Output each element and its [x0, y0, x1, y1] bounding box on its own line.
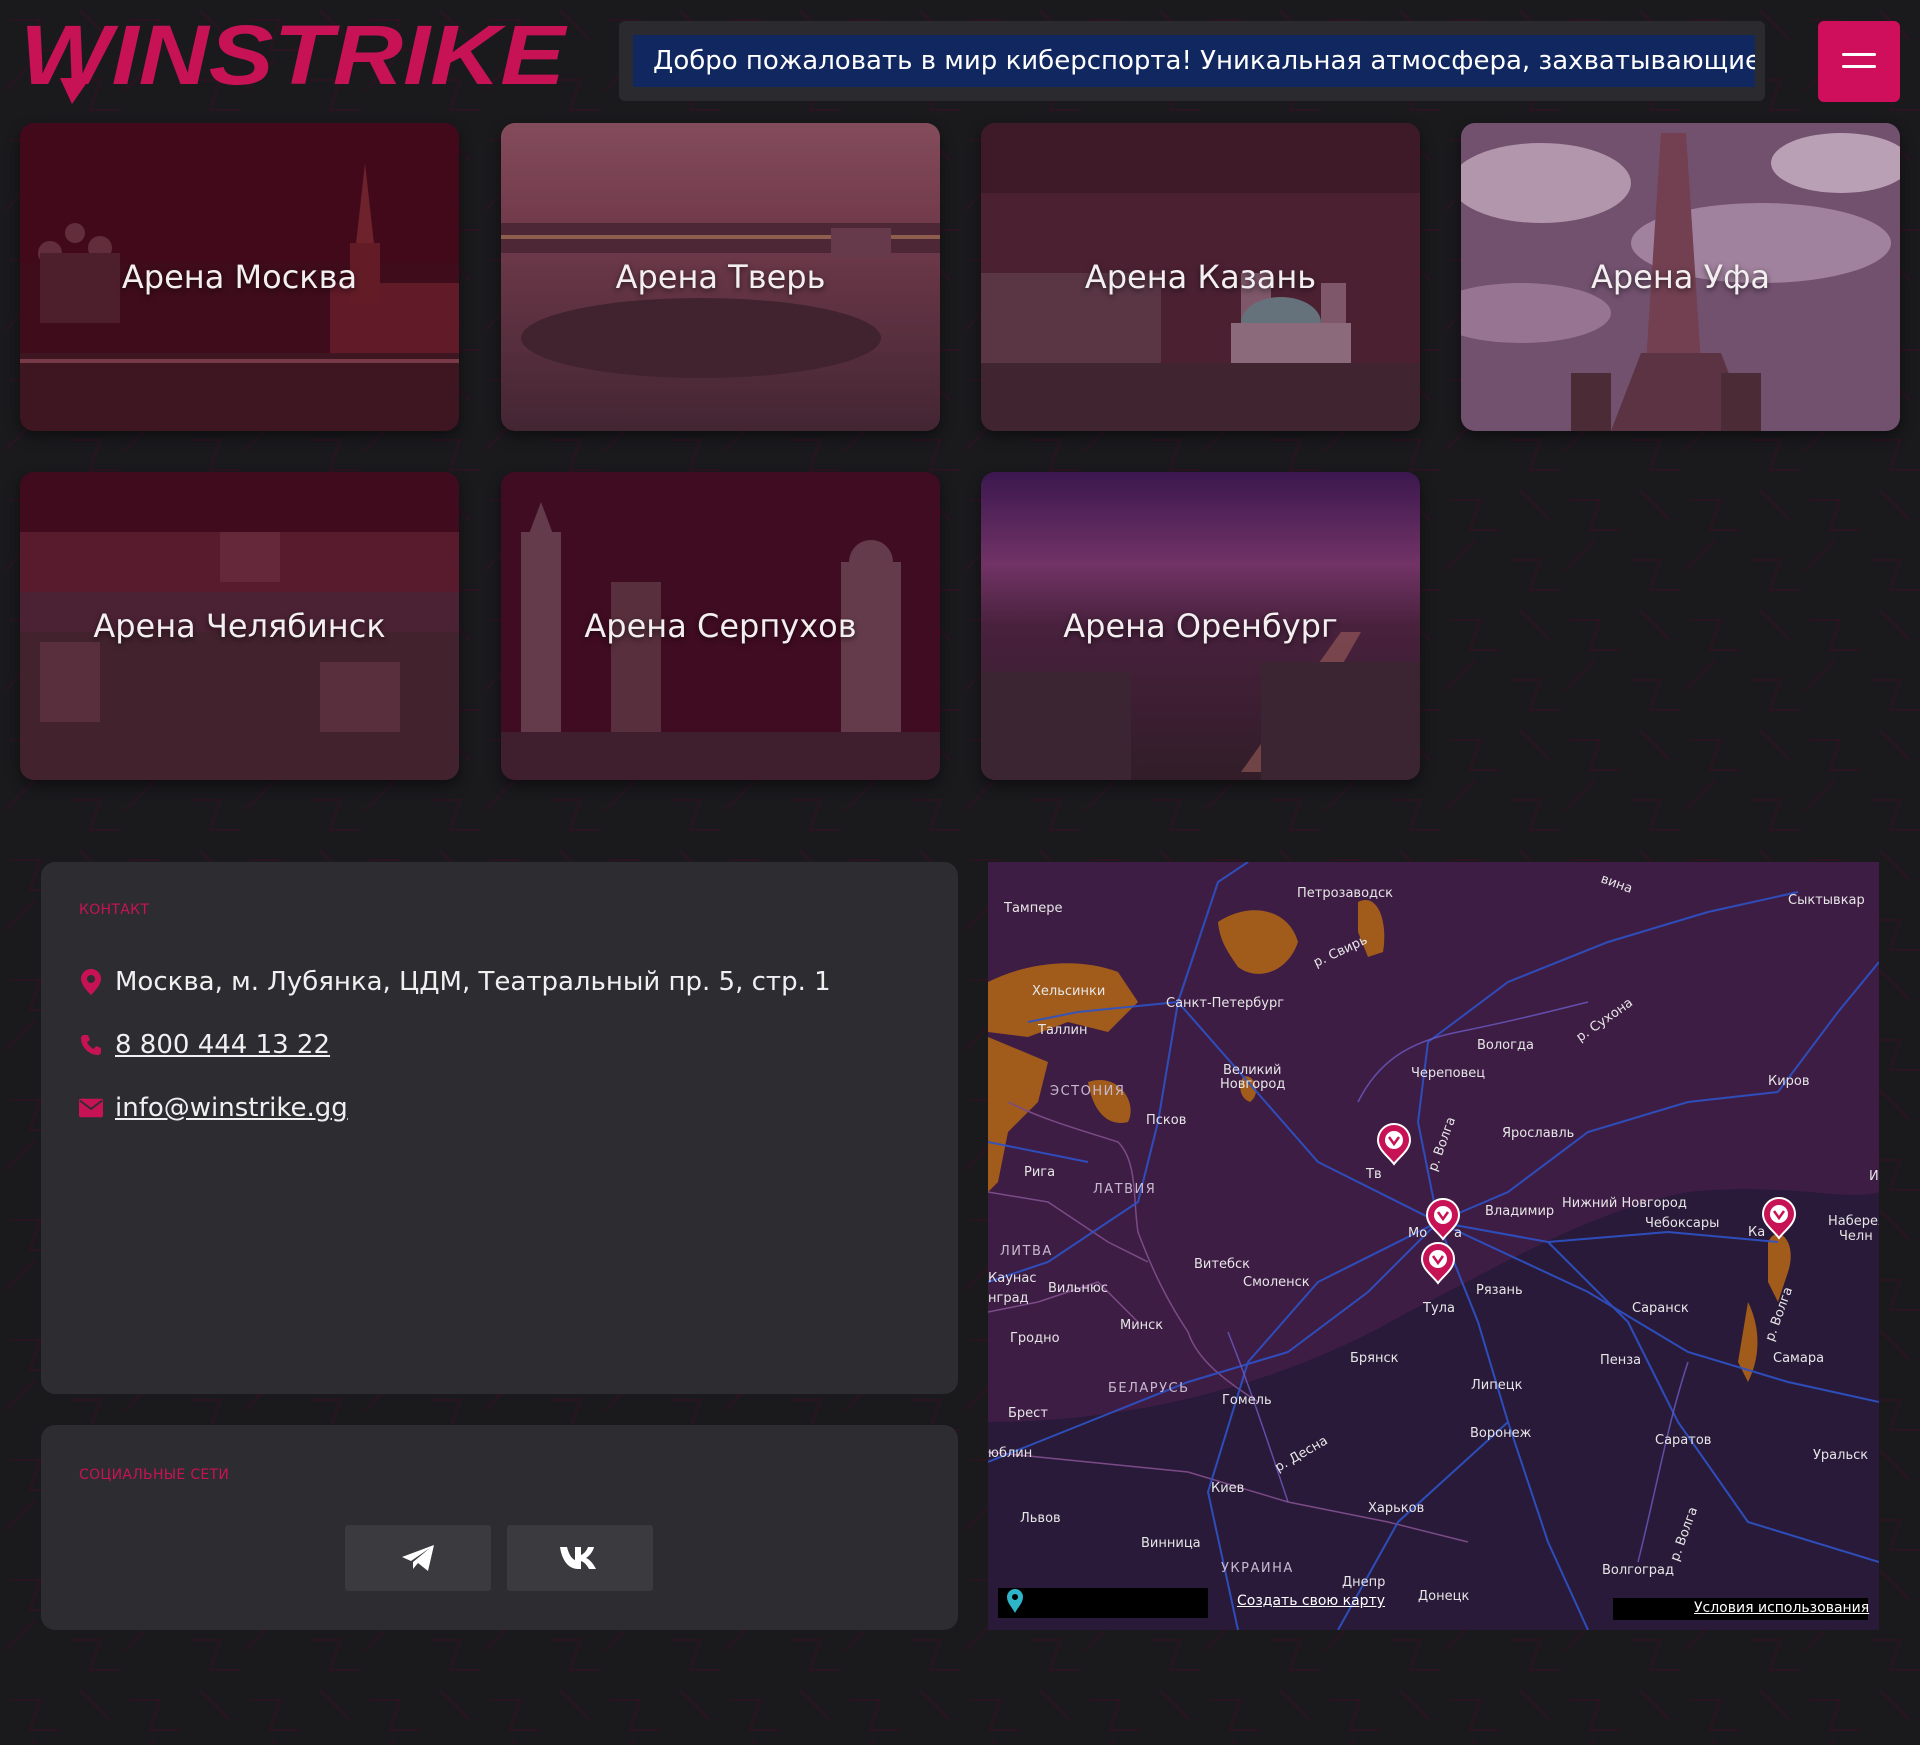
- map-city-label: нград: [988, 1291, 1029, 1306]
- map-city-label: Петрозаводск: [1297, 886, 1393, 901]
- vk-button[interactable]: [507, 1525, 653, 1591]
- map-city-label: Ярославль: [1502, 1126, 1574, 1141]
- map-city-label: Вологда: [1477, 1038, 1534, 1053]
- social-panel: СОЦИАЛЬНЫЕ СЕТИ: [41, 1425, 958, 1630]
- map-city-label: Санкт-Петербург: [1166, 996, 1284, 1011]
- map-city-label: Сыктывкар: [1788, 893, 1865, 908]
- contact-panel: КОНТАКТ Москва, м. Лубянка, ЦДМ, Театрал…: [41, 862, 958, 1394]
- arena-title: Арена Оренбург: [1063, 607, 1338, 645]
- arena-card-serpukhov[interactable]: Арена Серпухов: [501, 472, 940, 780]
- map-city-label: юблин: [988, 1446, 1032, 1461]
- map-city-label: Пенза: [1600, 1353, 1641, 1368]
- arena-title: Арена Челябинск: [93, 607, 386, 645]
- email-link[interactable]: info@winstrike.gg: [115, 1093, 348, 1123]
- map-region-belarus: БЕЛАРУСЬ: [1108, 1381, 1190, 1396]
- map-city-label: Мо: [1408, 1226, 1427, 1241]
- map-region-ukraine: УКРАИНА: [1221, 1561, 1294, 1576]
- map-city-label: Тампере: [1003, 901, 1062, 916]
- map-city-label: Минск: [1120, 1318, 1163, 1333]
- map-city-label: а: [1454, 1226, 1462, 1241]
- map-city-label: Липецк: [1471, 1378, 1523, 1393]
- news-ticker: Добро пожаловать в мир киберспорта! Уник…: [619, 21, 1765, 101]
- map-city-label: Брянск: [1350, 1351, 1399, 1366]
- terms-link[interactable]: Условия использования: [1694, 1600, 1869, 1616]
- arena-card-orenburg[interactable]: Арена Оренбург: [981, 472, 1420, 780]
- mail-icon: [79, 1095, 103, 1121]
- map-region-estonia: ЭСТОНИЯ: [1050, 1084, 1125, 1099]
- arena-title: Арена Москва: [121, 258, 358, 296]
- map-city-label: Чебоксары: [1645, 1216, 1719, 1231]
- map-city-label: Псков: [1146, 1113, 1186, 1128]
- map-city-label: Витебск: [1194, 1257, 1250, 1272]
- hamburger-menu-icon: [1842, 53, 1876, 56]
- phone-link[interactable]: 8 800 444 13 22: [115, 1030, 330, 1060]
- map-city-label: Новгород: [1220, 1077, 1285, 1092]
- map-region-latvia: ЛАТВИЯ: [1093, 1182, 1156, 1197]
- map-city-label: Гродно: [1010, 1331, 1060, 1346]
- phone-icon: [79, 1032, 103, 1058]
- contact-email: info@winstrike.gg: [79, 1088, 348, 1128]
- map-city-label: Винница: [1141, 1536, 1201, 1551]
- map-city-label: Нижний Новгород: [1562, 1196, 1687, 1211]
- contact-address: Москва, м. Лубянка, ЦДМ, Театральный пр.…: [79, 962, 831, 1002]
- location-pin-icon: [79, 969, 103, 995]
- menu-button[interactable]: [1818, 21, 1900, 102]
- map-city-label: Саранск: [1632, 1301, 1689, 1316]
- map-city-label: Киров: [1768, 1074, 1810, 1089]
- map-city-label: Харьков: [1368, 1501, 1424, 1516]
- arena-card-chelyabinsk[interactable]: Арена Челябинск: [20, 472, 459, 780]
- map-city-label: Ка: [1748, 1225, 1765, 1240]
- map-city-label: Волгоград: [1602, 1563, 1674, 1578]
- map-city-label: Рига: [1024, 1165, 1055, 1180]
- map-city-label: Львов: [1020, 1511, 1061, 1526]
- map-city-label: Киев: [1211, 1481, 1244, 1496]
- address-text: Москва, м. Лубянка, ЦДМ, Театральный пр.…: [115, 967, 831, 997]
- contact-phone: 8 800 444 13 22: [79, 1025, 330, 1065]
- map-city-label: Каунас: [988, 1271, 1037, 1286]
- map-city-label: Челн: [1839, 1229, 1873, 1244]
- map-city-label: И: [1869, 1169, 1879, 1184]
- map-region-lithuania: ЛИТВА: [1000, 1244, 1053, 1259]
- map-city-label: Таллин: [1037, 1023, 1087, 1038]
- header: WINSTRIKE Добро пожаловать в мир киберсп…: [0, 0, 1920, 120]
- map-city-label: Рязань: [1476, 1283, 1523, 1298]
- map-city-label: Донецк: [1418, 1589, 1469, 1604]
- map-city-label: Днепр: [1342, 1575, 1385, 1590]
- map-city-label: Воронеж: [1470, 1426, 1532, 1441]
- map-city-label: Вильнюс: [1048, 1281, 1108, 1296]
- map-city-label: Брест: [1008, 1406, 1048, 1421]
- map-city-label: Хельсинки: [1032, 984, 1105, 999]
- map-city-label: Гомель: [1222, 1393, 1272, 1408]
- brand-wordmark: WINSTRIKE: [20, 18, 568, 102]
- telegram-icon: [402, 1545, 434, 1571]
- arena-title: Арена Уфа: [1590, 258, 1771, 296]
- arena-card-tver[interactable]: Арена Тверь: [501, 123, 940, 431]
- create-map-link[interactable]: Создать свою карту: [1237, 1593, 1385, 1609]
- winstrike-logo[interactable]: WINSTRIKE: [20, 8, 568, 104]
- arena-card-moscow[interactable]: Арена Москва: [20, 123, 459, 431]
- vk-icon: [560, 1547, 596, 1569]
- arenas-map[interactable]: ЭСТОНИЯ ЛАТВИЯ ЛИТВА БЕЛАРУСЬ УКРАИНА р.…: [988, 862, 1879, 1630]
- map-city-label: Уральск: [1813, 1448, 1868, 1463]
- map-city-label: Великий: [1223, 1063, 1281, 1078]
- map-city-label: Владимир: [1485, 1204, 1554, 1219]
- map-city-label: Череповец: [1411, 1066, 1485, 1081]
- map-city-label: Набереж: [1828, 1214, 1879, 1229]
- map-city-label: Тв: [1365, 1167, 1382, 1182]
- map-city-label: Саратов: [1655, 1433, 1711, 1448]
- ticker-text: Добро пожаловать в мир киберспорта! Уник…: [653, 46, 1755, 76]
- arena-title: Арена Серпухов: [584, 607, 857, 645]
- arena-title: Арена Казань: [1084, 258, 1317, 296]
- social-label: СОЦИАЛЬНЫЕ СЕТИ: [79, 1467, 230, 1483]
- telegram-button[interactable]: [345, 1525, 491, 1591]
- arena-card-ufa[interactable]: Арена Уфа: [1461, 123, 1900, 431]
- arena-card-kazan[interactable]: Арена Казань: [981, 123, 1420, 431]
- contact-label: КОНТАКТ: [79, 902, 150, 918]
- map-city-label: Смоленск: [1243, 1275, 1310, 1290]
- map-city-label: Тула: [1422, 1301, 1455, 1316]
- map-city-label: Самара: [1773, 1351, 1824, 1366]
- arena-title: Арена Тверь: [615, 258, 826, 296]
